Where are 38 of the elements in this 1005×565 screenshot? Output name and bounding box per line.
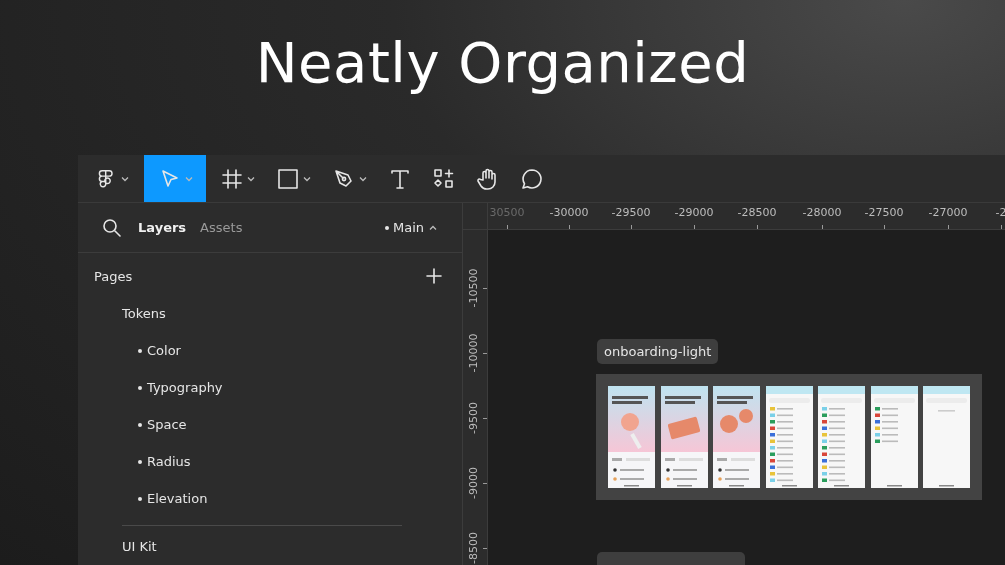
- headline: Neatly Organized: [255, 30, 750, 95]
- ruler-label: -29000: [674, 206, 714, 219]
- ruler-label: -30000: [549, 206, 589, 219]
- components-icon: [432, 166, 456, 191]
- bullet-icon: [138, 496, 142, 501]
- frame-label[interactable]: onboarding-light: [597, 339, 719, 364]
- page-item[interactable]: Space: [138, 417, 187, 432]
- bullet-icon: [138, 385, 142, 390]
- ruler-label: -8500: [468, 532, 480, 564]
- plus-icon: [426, 268, 442, 284]
- page-item[interactable]: Color: [138, 343, 181, 358]
- frame-icon: [220, 166, 244, 191]
- ruler-label: -27500: [864, 206, 904, 219]
- ruler-label: -29500: [611, 206, 651, 219]
- rectangle-icon: [276, 166, 300, 191]
- page-item[interactable]: Radius: [138, 454, 191, 469]
- ruler-label: -9000: [468, 467, 480, 499]
- panel-tab[interactable]: Assets: [200, 220, 243, 235]
- page-switcher[interactable]: Main: [378, 219, 444, 236]
- page-item[interactable]: Tokens: [122, 306, 166, 321]
- page-item[interactable]: Elevation: [138, 491, 208, 506]
- ruler-label: -28000: [802, 206, 842, 219]
- ruler-label: 30500: [489, 206, 525, 219]
- ruler-label: -28500: [737, 206, 777, 219]
- ruler-label: -2: [995, 206, 1005, 219]
- ruler-label: -10000: [468, 333, 480, 373]
- panel-tab[interactable]: Layers: [138, 220, 187, 235]
- ruler-label: -10500: [468, 268, 480, 308]
- bullet-icon: [138, 348, 142, 353]
- ruler-label: -9500: [468, 402, 480, 434]
- bullet-icon: [138, 422, 142, 427]
- page-item[interactable]: UI Kit: [122, 539, 157, 554]
- pages-heading: Pages: [94, 268, 133, 284]
- page-item[interactable]: Typography: [138, 380, 223, 395]
- comment-icon: [520, 166, 544, 191]
- bullet-icon: [138, 459, 142, 464]
- frame[interactable]: [596, 374, 982, 500]
- ruler-label: -27000: [928, 206, 968, 219]
